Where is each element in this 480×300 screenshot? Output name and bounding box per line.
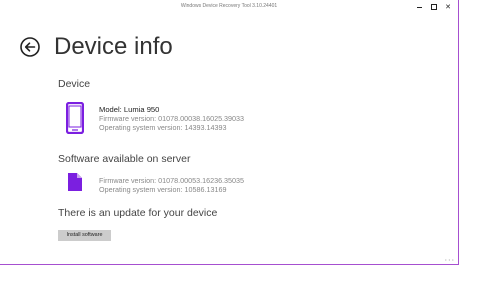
device-model: Model: Lumia 950 [99, 105, 160, 114]
phone-icon [65, 101, 85, 135]
update-heading: There is an update for your device [58, 207, 218, 219]
title-bar[interactable]: Windows Device Recovery Tool 3.10.24401 … [0, 0, 458, 16]
device-os-version: Operating system version: 14393.14393 [99, 123, 227, 132]
server-details: Firmware version: 01078.00053.16236.3503… [99, 176, 244, 194]
server-firmware-version: Firmware version: 01078.00053.16236.3503… [99, 176, 245, 185]
minimize-icon [416, 6, 422, 8]
minimize-button[interactable] [413, 2, 425, 14]
server-os-version: Operating system version: 10586.13169 [99, 185, 227, 194]
device-details: Model: Lumia 950 Firmware version: 01078… [99, 105, 244, 132]
install-software-button[interactable]: Install software [58, 230, 111, 241]
server-heading: Software available on server [58, 153, 191, 165]
maximize-button[interactable] [428, 2, 440, 14]
back-arrow-icon [20, 37, 40, 57]
resize-grip[interactable]: • • • [445, 257, 454, 262]
maximize-icon [431, 4, 437, 11]
back-button[interactable] [20, 37, 40, 57]
app-window: Windows Device Recovery Tool 3.10.24401 … [0, 0, 459, 265]
device-heading: Device [58, 78, 91, 90]
device-firmware-version: Firmware version: 01078.00038.16025.3903… [99, 114, 245, 123]
window-title: Windows Device Recovery Tool 3.10.24401 [180, 3, 278, 9]
page-title: Device info [54, 33, 173, 60]
file-icon [68, 173, 82, 191]
close-button[interactable]: ✕ [442, 2, 454, 14]
